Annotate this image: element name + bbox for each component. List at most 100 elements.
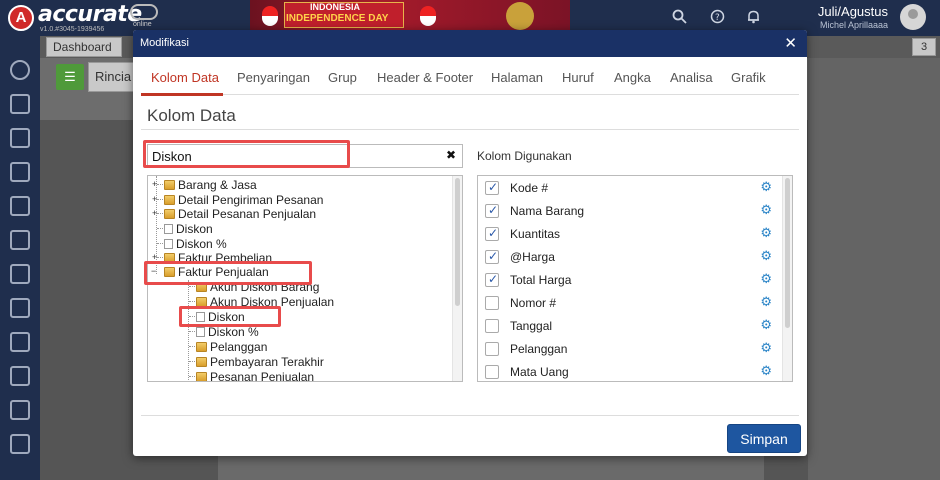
list-item: Nama Barang ⚙ [478,200,782,222]
flag-icon [262,6,278,26]
app-sidebar [0,36,40,480]
list-icon[interactable]: ☰ [56,64,84,90]
gear-icon[interactable]: ⚙ [760,249,772,265]
column-checkbox[interactable] [485,296,499,310]
tree-item-label: Diskon [176,222,213,236]
modify-dialog: Modifikasi ✕ Kolom Data Penyaringan Grup… [133,30,807,456]
gear-icon[interactable]: ⚙ [760,272,772,288]
tree-item-label: Pesanan Penjualan [210,370,315,382]
help-icon[interactable]: ? [710,9,725,29]
tab-header-footer[interactable]: Header & Footer [377,70,473,85]
list-item: Tanggal ⚙ [478,315,782,337]
gear-icon[interactable]: ⚙ [760,203,772,219]
folder-icon [196,357,207,367]
gear-icon[interactable]: ⚙ [760,295,772,311]
column-label: Total Harga [510,273,572,287]
columns-scrollbar-thumb[interactable] [785,178,790,328]
cloud-icon [130,4,158,20]
list-item: Nomor # ⚙ [478,292,782,314]
gear-icon[interactable]: ⚙ [760,341,772,357]
accurate-logo-icon: A [8,5,34,31]
tree-item-label: Pelanggan [210,340,268,354]
column-checkbox[interactable] [485,203,499,218]
user-period[interactable]: Juli/Agustus [818,4,888,19]
column-checkbox[interactable] [485,342,499,356]
dialog-tabs: Kolom Data Penyaringan Grup Header & Foo… [141,61,799,95]
list-item: @Harga ⚙ [478,246,782,268]
sales-icon[interactable] [10,94,30,114]
tree-item-label: Detail Pesanan Penjualan [178,207,317,221]
column-label: Kuantitas [510,227,561,241]
dialog-title: Modifikasi [140,37,189,49]
assets-icon[interactable] [10,332,30,352]
tree-item-label: Pembayaran Terakhir [210,355,324,369]
banner-title-indonesia: INDONESIA [310,2,361,12]
bank-icon[interactable] [10,196,30,216]
gear-icon[interactable]: ⚙ [760,180,772,196]
tab-halaman[interactable]: Halaman [491,70,543,85]
column-checkbox[interactable] [485,272,499,287]
divider [141,415,799,416]
bell-icon[interactable] [746,9,761,29]
folder-icon [196,342,207,352]
tree-item[interactable]: Barang & Jasa [164,178,257,192]
tree-item[interactable]: Detail Pesanan Penjualan [164,207,316,221]
column-checkbox[interactable] [485,180,499,195]
tab-grafik[interactable]: Grafik [731,70,766,85]
tree-item[interactable]: Diskon % [164,237,227,251]
garuda-emblem-icon [506,2,534,30]
tree-item[interactable]: Diskon [164,222,213,236]
banner-title-independence-day: INDEPENDENCE DAY [286,13,389,24]
tree-item[interactable]: Pembayaran Terakhir [196,355,324,369]
columns-scrollbar[interactable] [782,176,792,381]
list-item: Kode # ⚙ [478,177,782,199]
columns-used-list: Kode #⚙ Nama Barang⚙ Kuantitas⚙ @Harga⚙ … [477,175,793,382]
column-label: Pelanggan [510,342,568,356]
logo-online-label: online [133,21,152,28]
save-button[interactable]: Simpan [727,424,801,453]
column-checkbox[interactable] [485,319,499,333]
inventory-icon[interactable] [10,230,30,250]
tab-huruf[interactable]: Huruf [562,70,594,85]
tab-dashboard[interactable]: Dashboard [46,37,122,57]
tree-item[interactable]: Diskon % [196,325,259,339]
tree-scrollbar[interactable] [452,176,462,381]
column-checkbox[interactable] [485,226,499,241]
tab-kolom-data[interactable]: Kolom Data [151,70,219,85]
close-icon[interactable]: ✕ [784,34,797,52]
tab-analisa[interactable]: Analisa [670,70,713,85]
warehouse-icon[interactable] [10,366,30,386]
flag-icon [420,6,436,26]
report-icon[interactable] [10,400,30,420]
column-label: Nama Barang [510,204,585,218]
search-highlight-box [143,140,350,168]
tab-angka[interactable]: Angka [614,70,651,85]
delivery-icon[interactable] [10,298,30,318]
gear-icon[interactable]: ⚙ [760,364,772,380]
folder-icon [164,195,175,205]
support-icon[interactable] [10,434,30,454]
column-checkbox[interactable] [485,249,499,264]
tree-item[interactable]: Pesanan Penjualan [196,370,315,382]
document-icon [164,239,173,249]
book-icon[interactable] [10,162,30,182]
clear-search-icon[interactable]: ✖ [446,148,456,162]
avatar[interactable] [900,4,926,30]
column-checkbox[interactable] [485,365,499,379]
tab-grup[interactable]: Grup [328,70,357,85]
tree-item[interactable]: Pelanggan [196,340,267,354]
open-tabs-counter[interactable]: 3 [912,38,936,56]
tree-item-label: Diskon % [208,325,259,339]
search-icon[interactable] [672,9,687,29]
gear-icon[interactable]: ⚙ [760,318,772,334]
tree-item[interactable]: Detail Pengiriman Pesanan [164,193,323,207]
document-icon [196,327,205,337]
cart-icon[interactable] [10,264,30,284]
building-icon[interactable] [10,128,30,148]
tree-item-label: Barang & Jasa [178,178,257,192]
gear-icon[interactable]: ⚙ [760,226,772,242]
tree-scrollbar-thumb[interactable] [455,178,460,306]
tab-penyaringan[interactable]: Penyaringan [237,70,310,85]
column-label: Mata Uang [510,365,569,379]
settings-icon[interactable] [10,60,30,80]
